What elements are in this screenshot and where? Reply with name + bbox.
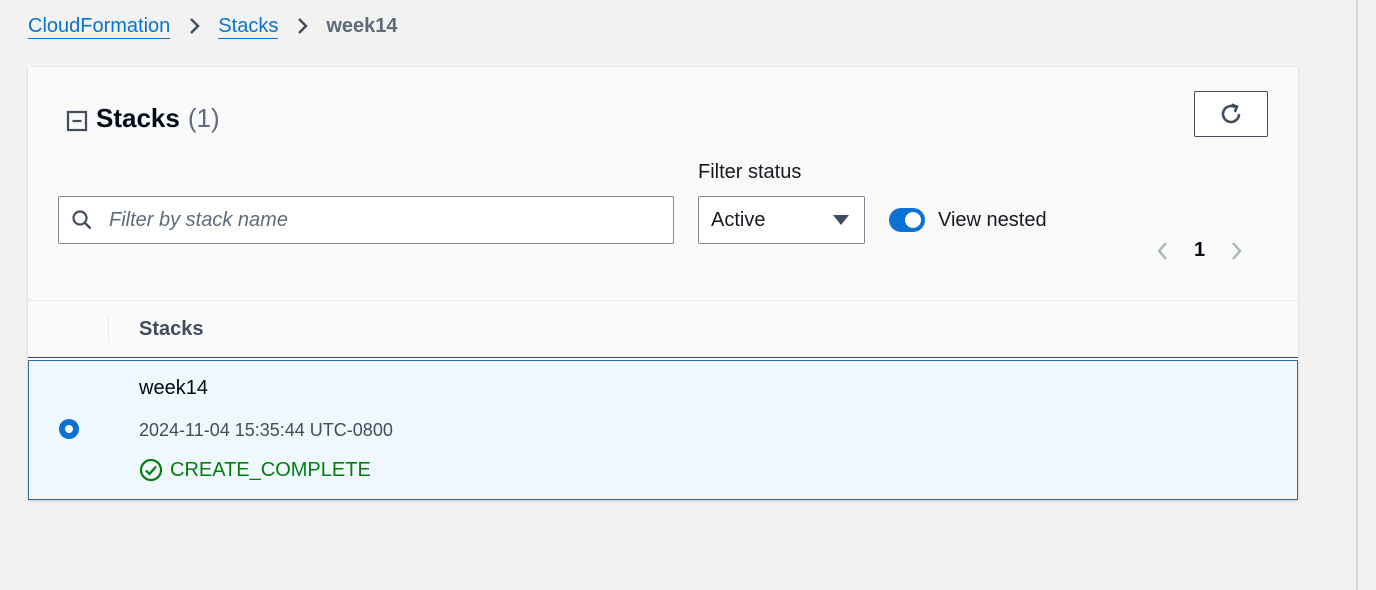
- chevron-right-icon: [296, 17, 310, 35]
- page-number[interactable]: 1: [1194, 239, 1205, 262]
- view-nested-label: View nested: [938, 208, 1047, 231]
- filter-status-value: Active: [711, 208, 766, 231]
- chevron-right-icon: [188, 17, 202, 35]
- chevron-left-icon[interactable]: [1156, 241, 1168, 261]
- search-icon: [71, 209, 93, 231]
- chevron-right-icon[interactable]: [1231, 241, 1243, 261]
- refresh-icon: [1218, 101, 1244, 127]
- search-field[interactable]: [58, 196, 674, 244]
- status-badge: CREATE_COMPLETE: [139, 458, 371, 482]
- stack-status-text: CREATE_COMPLETE: [170, 458, 371, 481]
- stack-count: (1): [187, 103, 220, 133]
- check-circle-icon: [139, 458, 163, 482]
- page-right-divider: [1356, 0, 1358, 590]
- column-divider: [108, 316, 109, 343]
- table-header: Stacks: [28, 301, 1298, 358]
- stacks-panel: Stacks (1) Filter status Active: [28, 67, 1298, 500]
- pagination: 1: [1156, 239, 1243, 262]
- collapse-icon[interactable]: [66, 110, 88, 132]
- radio-dot: [65, 425, 73, 433]
- panel-header: Stacks (1) Filter status Active: [28, 67, 1298, 301]
- caret-down-icon: [832, 214, 850, 226]
- filter-status-select[interactable]: Active: [698, 196, 865, 244]
- view-nested-toggle[interactable]: [889, 208, 925, 232]
- breadcrumb-current: week14: [326, 14, 398, 37]
- stack-created-time: 2024-11-04 15:35:44 UTC-0800: [139, 420, 393, 440]
- breadcrumb-cloudformation[interactable]: CloudFormation: [28, 14, 171, 39]
- row-radio[interactable]: [59, 419, 79, 439]
- column-header-stacks[interactable]: Stacks: [139, 318, 204, 341]
- filter-status-label: Filter status: [698, 161, 802, 183]
- search-input[interactable]: [107, 207, 651, 233]
- panel-title-row: Stacks (1): [66, 103, 220, 134]
- refresh-button[interactable]: [1194, 91, 1268, 137]
- stack-name: week14: [139, 377, 208, 399]
- breadcrumb: CloudFormation Stacks week14: [28, 12, 398, 40]
- page-title: Stacks: [96, 103, 180, 133]
- view-nested-toggle-wrap: View nested: [889, 208, 1047, 232]
- toggle-knob: [905, 212, 921, 228]
- breadcrumb-stacks[interactable]: Stacks: [218, 14, 279, 39]
- table-row[interactable]: week14 2024-11-04 15:35:44 UTC-0800 CREA…: [28, 360, 1298, 500]
